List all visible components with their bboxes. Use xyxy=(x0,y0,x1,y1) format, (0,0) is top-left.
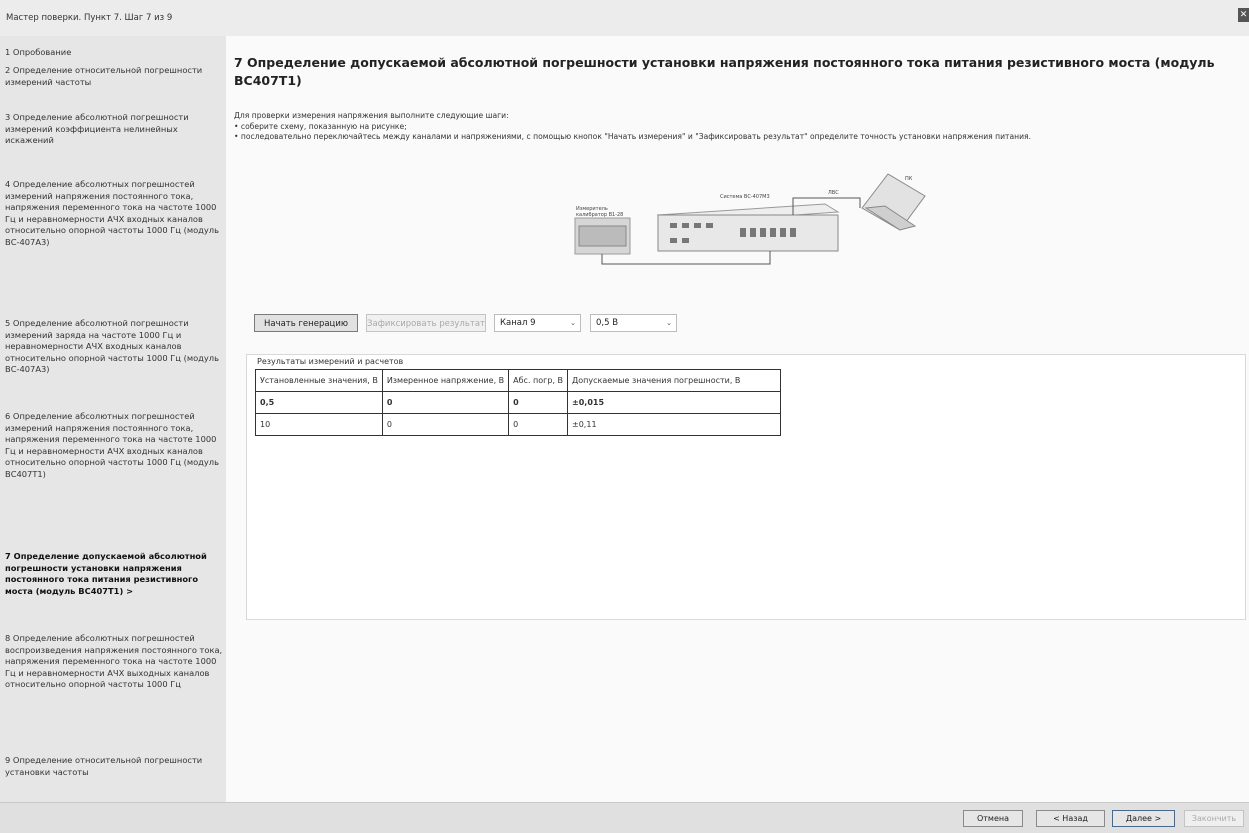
window-title: Мастер поверки. Пункт 7. Шаг 7 из 9 xyxy=(6,13,173,23)
system-label: Система ВС-407М3 xyxy=(720,194,770,200)
table-cell: 0 xyxy=(508,391,569,414)
system-rack xyxy=(657,214,839,252)
start-generation-button[interactable]: Начать генерацию xyxy=(254,314,358,332)
table-cell: 0 xyxy=(381,391,510,414)
channel-select[interactable]: Канал 9 ⌄ xyxy=(494,314,581,332)
column-header: Допускаемые значения погрешности, В xyxy=(567,369,782,392)
instruction-bullet-2: • последовательно переключайтесь между к… xyxy=(234,132,1032,141)
sidebar-step-4[interactable]: 4 Определение абсолютных погрешностей из… xyxy=(5,179,223,249)
table-cell: 10 xyxy=(255,413,383,436)
finish-button[interactable]: Закончить xyxy=(1184,810,1244,827)
chevron-down-icon: ⌄ xyxy=(666,319,672,327)
sidebar-step-3[interactable]: 3 Определение абсолютной погрешности изм… xyxy=(5,112,223,147)
close-button[interactable]: ✕ xyxy=(1238,8,1249,22)
next-button[interactable]: Далее > xyxy=(1112,810,1175,827)
connection-diagram: Измеритель калибратор В1-28 Система ВС-4… xyxy=(574,173,926,265)
table-row[interactable]: 10 0 0 ±0,11 xyxy=(255,413,782,436)
sidebar-step-8[interactable]: 8 Определение абсолютных погрешностей во… xyxy=(5,633,223,691)
results-title: Результаты измерений и расчетов xyxy=(257,357,404,366)
back-button[interactable]: < Назад xyxy=(1036,810,1105,827)
sidebar-step-5[interactable]: 5 Определение абсолютной погрешности изм… xyxy=(5,318,223,376)
table-row[interactable]: 0,5 0 0 ±0,015 xyxy=(255,391,782,414)
meter-label-2: калибратор В1-28 xyxy=(576,212,623,218)
channel-value: Канал 9 xyxy=(500,318,536,328)
intro-text: Для проверки измерения напряжения выполн… xyxy=(234,111,509,120)
sidebar-step-7-active[interactable]: 7 Определение допускаемой абсолютной пог… xyxy=(5,551,223,597)
fix-result-button[interactable]: Зафиксировать результат xyxy=(366,314,486,332)
table-cell: 0,5 xyxy=(255,391,383,414)
pc-label: ПК xyxy=(905,176,913,182)
column-header: Абс. погр, В xyxy=(508,369,569,392)
page-title: 7 Определение допускаемой абсолютной пог… xyxy=(234,55,1215,88)
instructions: Для проверки измерения напряжения выполн… xyxy=(234,111,1234,143)
chevron-down-icon: ⌄ xyxy=(570,319,576,327)
instruction-bullet-1: • соберите схему, показанную на рисунке; xyxy=(234,121,407,131)
title-bar: Мастер поверки. Пункт 7. Шаг 7 из 9 ✕ xyxy=(0,0,1249,36)
voltage-select[interactable]: 0,5 В ⌄ xyxy=(590,314,677,332)
sidebar-step-9[interactable]: 9 Определение относительной погрешности … xyxy=(5,755,223,778)
sidebar-step-2[interactable]: 2 Определение относительной погрешности … xyxy=(5,65,223,88)
voltage-value: 0,5 В xyxy=(596,318,619,328)
sidebar-step-6[interactable]: 6 Определение абсолютных погрешностей из… xyxy=(5,411,223,481)
cancel-button[interactable]: Отмена xyxy=(963,810,1023,827)
main-panel: 7 Определение допускаемой абсолютной пог… xyxy=(226,36,1249,802)
cable-label: ЛВС xyxy=(828,190,839,196)
sidebar-step-1[interactable]: 1 Опробование xyxy=(5,47,223,59)
column-header: Измеренное напряжение, В xyxy=(381,369,510,392)
table-header-row: Установленные значения, В Измеренное нап… xyxy=(255,369,782,392)
table-cell: ±0,015 xyxy=(567,391,782,414)
results-table: Установленные значения, В Измеренное нап… xyxy=(255,369,782,436)
column-header: Установленные значения, В xyxy=(255,369,383,392)
wizard-footer: Отмена < Назад Далее > Закончить xyxy=(0,802,1249,833)
results-group: Результаты измерений и расчетов Установл… xyxy=(246,354,1246,620)
table-cell: 0 xyxy=(508,413,569,436)
steps-sidebar: 1 Опробование 2 Определение относительно… xyxy=(0,36,226,802)
table-cell: 0 xyxy=(381,413,510,436)
table-cell: ±0,11 xyxy=(567,413,782,436)
